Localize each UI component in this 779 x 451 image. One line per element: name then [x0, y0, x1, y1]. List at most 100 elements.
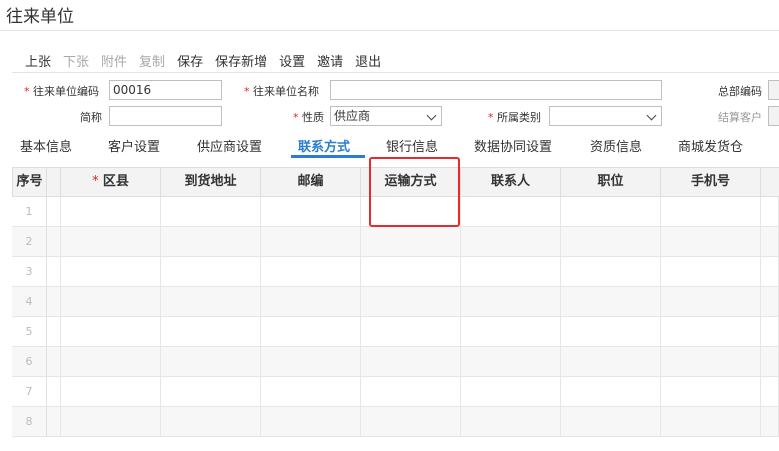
table-row[interactable]: 8 [12, 407, 779, 437]
table-cell[interactable] [61, 227, 161, 256]
table-cell[interactable] [261, 227, 361, 256]
table-cell[interactable] [61, 347, 161, 376]
table-cell[interactable] [661, 257, 761, 286]
category-select[interactable] [549, 106, 662, 126]
table-cell[interactable] [361, 287, 461, 316]
table-cell[interactable] [61, 257, 161, 286]
table-cell[interactable] [261, 257, 361, 286]
name-field[interactable] [330, 80, 662, 100]
table-cell[interactable] [361, 347, 461, 376]
table-cell[interactable] [161, 407, 261, 436]
table-cell[interactable] [61, 287, 161, 316]
table-cell[interactable] [461, 347, 561, 376]
row-selector-cell[interactable] [47, 317, 61, 346]
table-cell[interactable] [361, 317, 461, 346]
prev-record-button[interactable]: 上张 [25, 51, 51, 70]
column-header-position[interactable]: 职位 [561, 167, 661, 197]
table-cell[interactable] [161, 257, 261, 286]
save-and-new-button[interactable]: 保存新增 [215, 51, 267, 70]
hq-code-field[interactable] [768, 80, 779, 100]
table-row[interactable]: 5 [12, 317, 779, 347]
table-cell[interactable] [161, 317, 261, 346]
table-cell[interactable] [361, 407, 461, 436]
copy-button[interactable]: 复制 [139, 51, 165, 70]
table-cell[interactable] [261, 287, 361, 316]
column-header-postcode[interactable]: 邮编 [261, 167, 361, 197]
invite-button[interactable]: 邀请 [317, 51, 343, 70]
tab-basic-info[interactable]: 基本信息 [20, 136, 72, 155]
table-cell[interactable] [261, 317, 361, 346]
table-cell[interactable] [761, 197, 779, 226]
table-cell[interactable] [561, 347, 661, 376]
settle-customer-field[interactable] [768, 106, 779, 126]
table-cell[interactable] [161, 347, 261, 376]
code-field[interactable]: 00016 [109, 80, 222, 100]
table-cell[interactable] [761, 227, 779, 256]
table-cell[interactable] [261, 197, 361, 226]
table-cell[interactable] [61, 407, 161, 436]
table-cell[interactable] [361, 377, 461, 406]
table-row[interactable]: 3 [12, 257, 779, 287]
settings-button[interactable]: 设置 [279, 51, 305, 70]
table-row[interactable]: 2 [12, 227, 779, 257]
row-selector-cell[interactable] [47, 287, 61, 316]
table-cell[interactable] [561, 197, 661, 226]
table-cell[interactable] [761, 347, 779, 376]
table-cell[interactable] [161, 227, 261, 256]
table-row[interactable]: 4 [12, 287, 779, 317]
table-row[interactable]: 6 [12, 347, 779, 377]
tab-data-sync-settings[interactable]: 数据协同设置 [474, 136, 552, 155]
table-cell[interactable] [661, 317, 761, 346]
table-cell[interactable] [661, 347, 761, 376]
table-cell[interactable] [761, 377, 779, 406]
table-cell[interactable] [561, 257, 661, 286]
table-cell[interactable] [461, 377, 561, 406]
table-cell[interactable] [161, 287, 261, 316]
row-selector-cell[interactable] [47, 377, 61, 406]
table-cell[interactable] [361, 257, 461, 286]
table-cell[interactable] [461, 317, 561, 346]
table-cell[interactable] [161, 377, 261, 406]
table-cell[interactable] [761, 257, 779, 286]
table-cell[interactable] [361, 227, 461, 256]
table-cell[interactable] [461, 197, 561, 226]
table-cell[interactable] [461, 407, 561, 436]
column-header-contact-person[interactable]: 联系人 [461, 167, 561, 197]
tab-mall-warehouse[interactable]: 商城发货仓 [678, 136, 743, 155]
table-cell[interactable] [161, 197, 261, 226]
column-header-delivery-address[interactable]: 到货地址 [161, 167, 261, 197]
table-cell[interactable] [561, 407, 661, 436]
table-cell[interactable] [661, 377, 761, 406]
nature-select[interactable]: 供应商 [330, 106, 442, 126]
row-selector-cell[interactable] [47, 227, 61, 256]
tab-supplier-settings[interactable]: 供应商设置 [197, 136, 262, 155]
next-record-button[interactable]: 下张 [63, 51, 89, 70]
short-name-field[interactable] [109, 106, 222, 126]
table-cell[interactable] [561, 287, 661, 316]
table-cell[interactable] [61, 317, 161, 346]
table-cell[interactable] [761, 317, 779, 346]
table-cell[interactable] [661, 197, 761, 226]
table-cell[interactable] [261, 347, 361, 376]
tab-contact-info[interactable]: 联系方式 [298, 136, 350, 155]
table-cell[interactable] [761, 287, 779, 316]
table-row[interactable]: 7 [12, 377, 779, 407]
tab-customer-settings[interactable]: 客户设置 [108, 136, 160, 155]
table-cell[interactable] [661, 287, 761, 316]
table-cell[interactable] [661, 227, 761, 256]
table-cell[interactable] [661, 407, 761, 436]
tab-bank-info[interactable]: 银行信息 [386, 136, 438, 155]
table-cell[interactable] [561, 377, 661, 406]
row-selector-cell[interactable] [47, 347, 61, 376]
table-cell[interactable] [561, 227, 661, 256]
exit-button[interactable]: 退出 [355, 51, 381, 70]
column-header-mobile[interactable]: 手机号 [661, 167, 761, 197]
table-cell[interactable] [461, 257, 561, 286]
save-button[interactable]: 保存 [177, 51, 203, 70]
row-selector-cell[interactable] [47, 197, 61, 226]
column-header-district[interactable]: * 区县 [61, 167, 161, 197]
row-selector-cell[interactable] [47, 257, 61, 286]
table-cell[interactable] [461, 227, 561, 256]
tab-qualification-info[interactable]: 资质信息 [590, 136, 642, 155]
table-cell[interactable] [61, 197, 161, 226]
